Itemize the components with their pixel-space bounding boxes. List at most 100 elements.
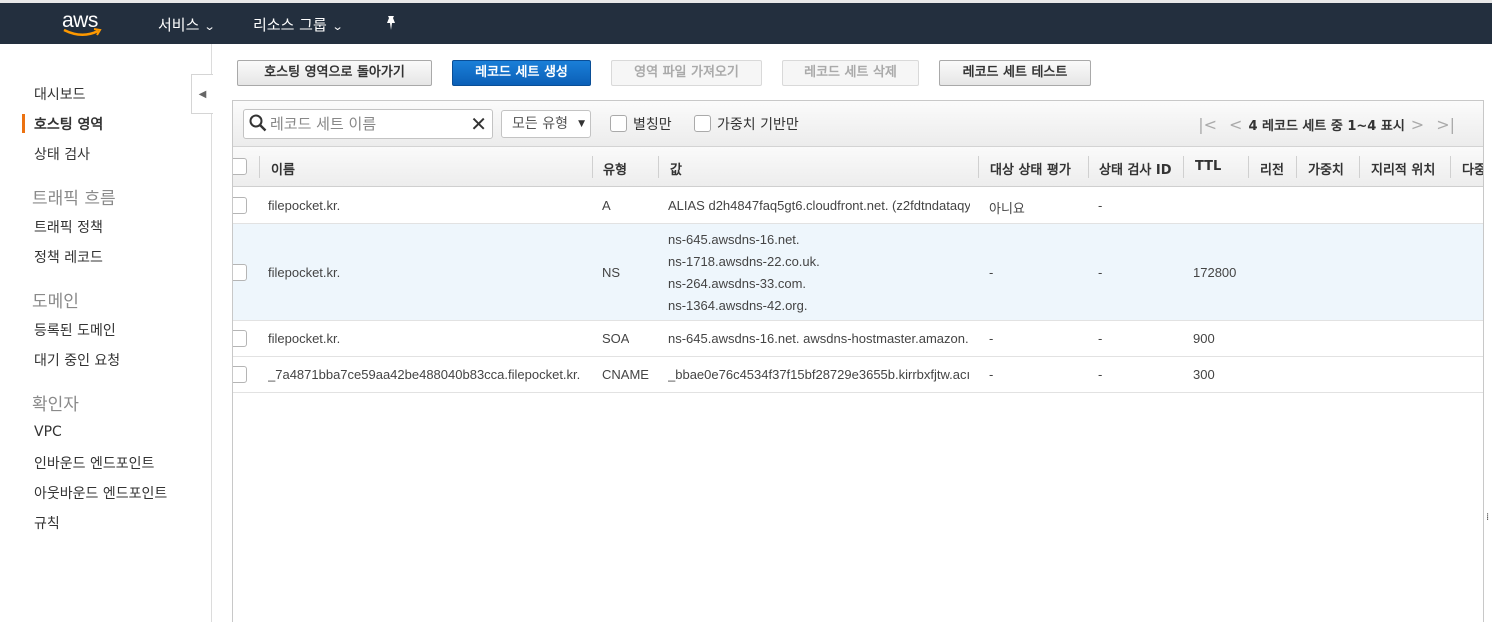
sidebar-heading-traffic-flow: 트래픽 흐름: [32, 189, 116, 209]
column-header-name[interactable]: 이름: [271, 159, 295, 178]
first-page-icon[interactable]: |<: [1198, 115, 1217, 134]
record-value: ns-645.awsdns-16.net.: [668, 232, 800, 247]
record-eval-health: -: [989, 265, 994, 280]
sidebar-item-inbound-endpoints[interactable]: 인바운드 엔드포인트: [34, 453, 154, 473]
record-name: filepocket.kr.: [268, 198, 341, 213]
resource-groups-menu[interactable]: 리소스 그룹 ⌄: [253, 14, 344, 35]
aws-smile-icon: [63, 28, 102, 36]
column-divider: [1450, 156, 1451, 178]
column-header-multivalue[interactable]: 다중: [1462, 159, 1483, 178]
row-checkbox[interactable]: [233, 264, 247, 281]
services-menu[interactable]: 서비스 ⌄: [158, 14, 217, 35]
collapse-sidebar-button[interactable]: ◀: [191, 74, 213, 114]
row-checkbox[interactable]: [233, 366, 247, 383]
pagination: |< <4 레코드 세트 중 1~4 표시 > >|: [1192, 115, 1461, 134]
column-header-evaluate-target-health[interactable]: 대상 상태 평가: [990, 159, 1071, 178]
weighted-only-toggle[interactable]: 가중치 기반만: [694, 114, 799, 134]
table-row[interactable]: filepocket.kr. A ALIAS d2h4847faq5gt6.cl…: [233, 188, 1483, 224]
back-to-hosted-zones-button[interactable]: 호스팅 영역으로 돌아가기: [237, 60, 432, 86]
chevron-down-icon: ⌄: [204, 20, 217, 33]
record-type-select[interactable]: 모든 유형 ▼: [501, 110, 591, 138]
sidebar-item-dashboard[interactable]: 대시보드: [34, 84, 86, 104]
record-value: ns-1718.awsdns-22.co.uk.: [668, 254, 820, 269]
sidebar-heading-resolver: 확인자: [32, 395, 79, 415]
alias-only-checkbox[interactable]: [610, 115, 627, 132]
row-checkbox[interactable]: [233, 197, 247, 214]
record-ttl: 300: [1193, 367, 1215, 382]
chevron-down-icon: ⌄: [331, 20, 344, 33]
sidebar-item-outbound-endpoints[interactable]: 아웃바운드 엔드포인트: [34, 483, 167, 503]
import-zone-file-button[interactable]: 영역 파일 가져오기: [611, 60, 762, 86]
column-header-geolocation[interactable]: 지리적 위치: [1371, 159, 1435, 178]
column-header-weight[interactable]: 가중치: [1308, 159, 1344, 178]
next-page-icon[interactable]: >: [1411, 115, 1424, 134]
record-ttl: 172800: [1193, 265, 1237, 280]
table-row[interactable]: _7a4871bba7ce59aa42be488040b83cca.filepo…: [233, 357, 1483, 393]
search-box: ✕: [243, 109, 493, 139]
column-divider: [259, 156, 260, 178]
record-type: SOA: [602, 331, 630, 346]
sidebar-item-health-checks[interactable]: 상태 검사: [34, 144, 90, 164]
column-header-value[interactable]: 값: [670, 159, 682, 178]
record-eval-health: 아니요: [989, 201, 1025, 216]
prev-page-icon[interactable]: <: [1229, 115, 1242, 134]
sidebar-item-traffic-policies[interactable]: 트래픽 정책: [34, 217, 103, 237]
search-icon: [249, 114, 267, 132]
delete-record-set-button[interactable]: 레코드 세트 삭제: [782, 60, 919, 86]
column-divider: [1183, 156, 1184, 178]
table-header: 이름 유형 값 대상 상태 평가 상태 검사 ID TTL 리전 가중치 지리적…: [233, 147, 1483, 187]
record-value: ns-264.awsdns-33.com.: [668, 276, 807, 291]
sidebar-heading-domains: 도메인: [32, 292, 79, 312]
services-menu-label: 서비스: [158, 16, 200, 34]
column-divider: [1088, 156, 1089, 178]
record-health-check: -: [1098, 265, 1103, 280]
sidebar-item-registered-domains[interactable]: 등록된 도메인: [34, 320, 116, 340]
pager-text: 4 레코드 세트 중 1~4 표시: [1248, 119, 1405, 134]
record-value: ns-645.awsdns-16.net. awsdns-hostmaster.…: [668, 331, 969, 346]
column-header-region[interactable]: 리전: [1260, 159, 1284, 178]
sidebar-item-vpcs[interactable]: VPC: [34, 424, 62, 440]
record-type: A: [602, 198, 611, 213]
record-ttl: 900: [1193, 331, 1215, 346]
alias-only-label: 별칭만: [633, 117, 672, 133]
weighted-only-checkbox[interactable]: [694, 115, 711, 132]
select-all-checkbox[interactable]: [233, 158, 247, 175]
alias-only-toggle[interactable]: 별칭만: [610, 114, 672, 134]
test-record-set-button[interactable]: 레코드 세트 테스트: [939, 60, 1091, 86]
record-type: CNAME: [602, 367, 649, 382]
filter-bar: ✕ 모든 유형 ▼ 별칭만 가중치 기반만 |< <4 레코드 세트 중 1~4 …: [233, 101, 1483, 147]
aws-logo[interactable]: aws: [62, 9, 106, 39]
pin-icon[interactable]: [384, 15, 398, 35]
active-indicator: [22, 114, 25, 133]
column-header-health-check-id[interactable]: 상태 검사 ID: [1099, 159, 1172, 178]
record-name: filepocket.kr.: [268, 265, 341, 280]
column-divider: [1296, 156, 1297, 178]
column-header-ttl[interactable]: TTL: [1195, 159, 1221, 174]
record-health-check: -: [1098, 198, 1103, 213]
sidebar-item-policy-records[interactable]: 정책 레코드: [34, 247, 103, 267]
record-type: NS: [602, 265, 621, 280]
clear-icon[interactable]: ✕: [470, 112, 487, 136]
create-record-set-button[interactable]: 레코드 세트 생성: [452, 60, 591, 86]
column-divider: [1248, 156, 1249, 178]
row-checkbox[interactable]: [233, 330, 247, 347]
record-eval-health: -: [989, 367, 994, 382]
record-eval-health: -: [989, 331, 994, 346]
column-header-type[interactable]: 유형: [603, 159, 627, 178]
table-row[interactable]: filepocket.kr. SOA ns-645.awsdns-16.net.…: [233, 321, 1483, 357]
resize-handle-icon[interactable]: ⁞: [1486, 512, 1489, 523]
last-page-icon[interactable]: >|: [1436, 115, 1455, 134]
record-sets-panel: ✕ 모든 유형 ▼ 별칭만 가중치 기반만 |< <4 레코드 세트 중 1~4 …: [232, 100, 1484, 622]
sidebar: 대시보드 호스팅 영역 상태 검사 트래픽 흐름 트래픽 정책 정책 레코드 도…: [0, 44, 212, 622]
table-row[interactable]: filepocket.kr. NS ns-645.awsdns-16.net. …: [233, 224, 1483, 321]
sidebar-item-pending-requests[interactable]: 대기 중인 요청: [34, 350, 120, 370]
record-health-check: -: [1098, 367, 1103, 382]
search-input[interactable]: [270, 113, 460, 135]
column-divider: [658, 156, 659, 178]
column-divider: [1359, 156, 1360, 178]
column-divider: [978, 156, 979, 178]
sidebar-item-hosted-zones[interactable]: 호스팅 영역: [34, 114, 103, 134]
record-name: _7a4871bba7ce59aa42be488040b83cca.filepo…: [268, 367, 581, 382]
sidebar-item-rules[interactable]: 규칙: [34, 513, 60, 533]
resource-groups-label: 리소스 그룹: [253, 16, 327, 34]
